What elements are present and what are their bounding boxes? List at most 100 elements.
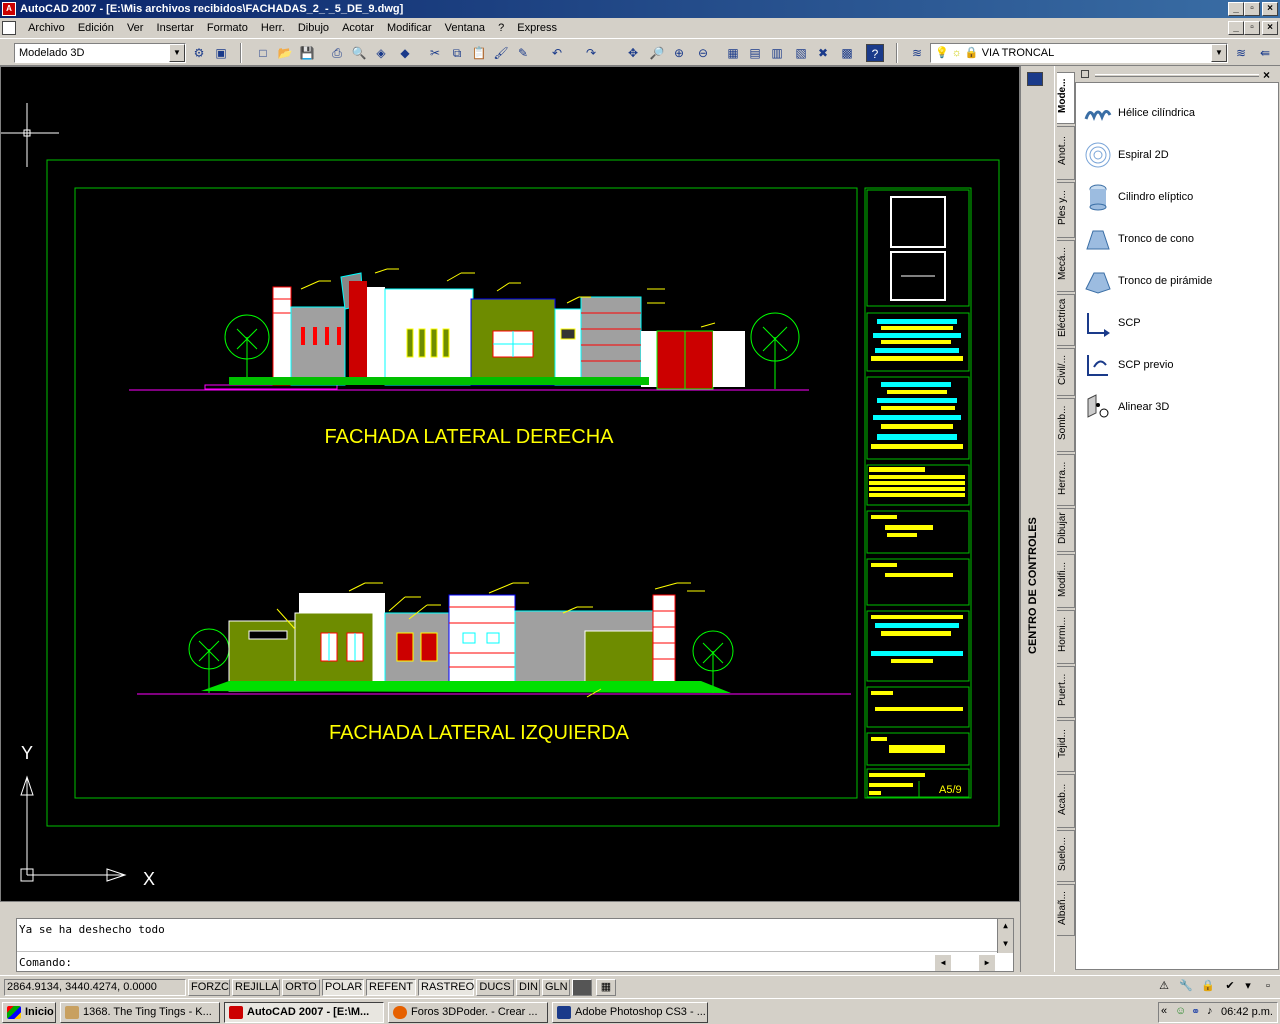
chevron-down-icon[interactable]: ▼: [1211, 44, 1227, 62]
close-button[interactable]: ×: [1262, 2, 1278, 16]
undo-icon[interactable]: ↶: [548, 44, 566, 62]
menu-insertar[interactable]: Insertar: [152, 18, 199, 38]
doc-restore-button[interactable]: ▫: [1244, 21, 1260, 35]
menu-express[interactable]: Express: [512, 18, 562, 38]
status-polar[interactable]: POLAR: [322, 979, 364, 996]
layer-on-icon[interactable]: 💡: [935, 47, 949, 59]
plot-preview-icon[interactable]: 🔍: [350, 44, 368, 62]
pan-icon[interactable]: ✥: [624, 44, 642, 62]
palette-tab[interactable]: Eléctrica: [1057, 294, 1075, 346]
palette-tab[interactable]: Somb...: [1057, 398, 1075, 452]
clean-screen-icon[interactable]: ▫: [1260, 979, 1276, 996]
status-menu-icon[interactable]: ▾: [1240, 979, 1256, 996]
palette-tab[interactable]: Acab...: [1057, 774, 1075, 828]
3d-dwf-icon[interactable]: ◆: [396, 44, 414, 62]
trusted-dwg-icon[interactable]: ✔: [1220, 979, 1240, 996]
minimize-button[interactable]: _: [1228, 2, 1244, 16]
palette-item[interactable]: Tronco de pirámide: [1084, 263, 1274, 299]
palette-autohide-icon[interactable]: [1081, 70, 1089, 78]
match-properties-icon[interactable]: 🖌: [492, 44, 510, 62]
menu-acotar[interactable]: Acotar: [337, 18, 379, 38]
cut-icon[interactable]: ✂: [426, 44, 444, 62]
autocad-app-icon[interactable]: A: [2, 2, 16, 16]
scroll-left-icon[interactable]: ◀: [935, 955, 951, 971]
zoom-realtime-icon[interactable]: 🔎: [648, 44, 666, 62]
workspace-settings-icon[interactable]: ⚙: [190, 44, 208, 62]
save-workspace-icon[interactable]: ▣: [212, 44, 230, 62]
scroll-right-icon[interactable]: ▶: [979, 955, 995, 971]
start-button[interactable]: Inicio: [2, 1002, 56, 1023]
drawing-canvas[interactable]: A5/9 FACHADA LATERAL DERECHA FACHADA LAT…: [0, 66, 1020, 902]
task-firefox[interactable]: Foros 3DPoder. - Crear ...: [388, 1002, 548, 1023]
status-orto[interactable]: ORTO: [282, 979, 320, 996]
make-object-layer-current-icon[interactable]: ≋: [1232, 44, 1250, 62]
menu-archivo[interactable]: Archivo: [23, 18, 70, 38]
palette-tab[interactable]: Mecá...: [1057, 240, 1075, 292]
command-scrollbar[interactable]: ▲ ▼: [997, 919, 1013, 953]
open-file-icon[interactable]: 📂: [276, 44, 294, 62]
plot-icon[interactable]: ⎙: [328, 44, 346, 62]
palette-tab[interactable]: Dibujar: [1057, 508, 1075, 552]
palette-tab[interactable]: Hormi...: [1057, 610, 1075, 664]
menu-ventana[interactable]: Ventana: [440, 18, 490, 38]
scroll-up-icon[interactable]: ▲: [998, 919, 1013, 933]
toolbar-lock-icon[interactable]: 🔒: [1198, 979, 1218, 996]
coordinates-display[interactable]: 2864.9134, 3440.4274, 0.0000: [4, 979, 186, 996]
zoom-window-icon[interactable]: ⊕: [670, 44, 688, 62]
layer-freeze-icon[interactable]: ☼: [952, 47, 962, 59]
volume-icon[interactable]: ♪: [1207, 1005, 1213, 1017]
palette-tab[interactable]: Anot...: [1057, 126, 1075, 180]
palette-item[interactable]: SCP: [1084, 305, 1274, 341]
menu-modificar[interactable]: Modificar: [382, 18, 437, 38]
palette-item[interactable]: Tronco de cono: [1084, 221, 1274, 257]
layer-lock-icon[interactable]: 🔒: [965, 47, 979, 59]
status-rejilla[interactable]: REJILLA: [232, 979, 280, 996]
palette-tab[interactable]: Albañ...: [1057, 884, 1075, 936]
communication-center-icon[interactable]: ⚠: [1154, 979, 1174, 996]
tool-palettes-icon[interactable]: ▥: [768, 44, 786, 62]
palette-item[interactable]: SCP previo: [1084, 347, 1274, 383]
properties-icon[interactable]: ▦: [724, 44, 742, 62]
new-file-icon[interactable]: □: [254, 44, 272, 62]
calculator-icon[interactable]: ▩: [838, 44, 856, 62]
palette-item[interactable]: Hélice cilíndrica: [1084, 95, 1274, 131]
palette-item[interactable]: Cilindro elíptico: [1084, 179, 1274, 215]
palette-tab[interactable]: Tejid...: [1057, 720, 1075, 772]
scroll-down-icon[interactable]: ▼: [998, 937, 1013, 951]
status-din[interactable]: DIN: [516, 979, 540, 996]
palette-tab[interactable]: Civil/...: [1057, 348, 1075, 396]
status-forzc[interactable]: FORZC: [188, 979, 230, 996]
task-photoshop[interactable]: Adobe Photoshop CS3 - ...: [552, 1002, 708, 1023]
chevron-down-icon[interactable]: ▼: [169, 44, 185, 62]
copy-icon[interactable]: ⧉: [448, 44, 466, 62]
grid-display-icon[interactable]: ▦: [596, 979, 616, 996]
paste-icon[interactable]: 📋: [470, 44, 488, 62]
markup-icon[interactable]: ✖: [814, 44, 832, 62]
layer-manager-icon[interactable]: ≋: [908, 44, 926, 62]
menu-ayuda[interactable]: ?: [493, 18, 509, 38]
messenger-icon[interactable]: ☺: [1175, 1005, 1186, 1017]
status-ducs[interactable]: DUCS: [476, 979, 514, 996]
menu-dibujo[interactable]: Dibujo: [293, 18, 334, 38]
design-center-icon[interactable]: ▤: [746, 44, 764, 62]
palette-item[interactable]: Espiral 2D: [1084, 137, 1274, 173]
tray-expand-icon[interactable]: «: [1161, 1005, 1167, 1017]
menu-formato[interactable]: Formato: [202, 18, 253, 38]
status-gln[interactable]: GLN: [542, 979, 570, 996]
block-editor-icon[interactable]: ✎: [514, 44, 532, 62]
menu-ver[interactable]: Ver: [122, 18, 149, 38]
command-prompt[interactable]: Comando:: [19, 956, 72, 969]
palette-item[interactable]: Alinear 3D: [1084, 389, 1274, 425]
sheet-set-icon[interactable]: ▧: [792, 44, 810, 62]
workspace-combo[interactable]: Modelado 3D ▼: [14, 43, 186, 63]
clock[interactable]: 06:42 p.m.: [1221, 1006, 1273, 1018]
tray-settings-icon[interactable]: 🔧: [1176, 979, 1196, 996]
task-ting-tings[interactable]: 1368. The Ting Tings - K...: [60, 1002, 220, 1023]
save-icon[interactable]: 💾: [298, 44, 316, 62]
publish-icon[interactable]: ◈: [372, 44, 390, 62]
command-box[interactable]: Ya se ha deshecho todo Comando: ▲ ▼ ◀ ▶: [16, 918, 1014, 972]
redo-icon[interactable]: ↷: [582, 44, 600, 62]
layer-combo[interactable]: 💡 ☼ 🔒 VIA TRONCAL ▼: [930, 43, 1228, 63]
doc-close-button[interactable]: ×: [1262, 21, 1278, 35]
help-icon[interactable]: ?: [866, 44, 884, 62]
